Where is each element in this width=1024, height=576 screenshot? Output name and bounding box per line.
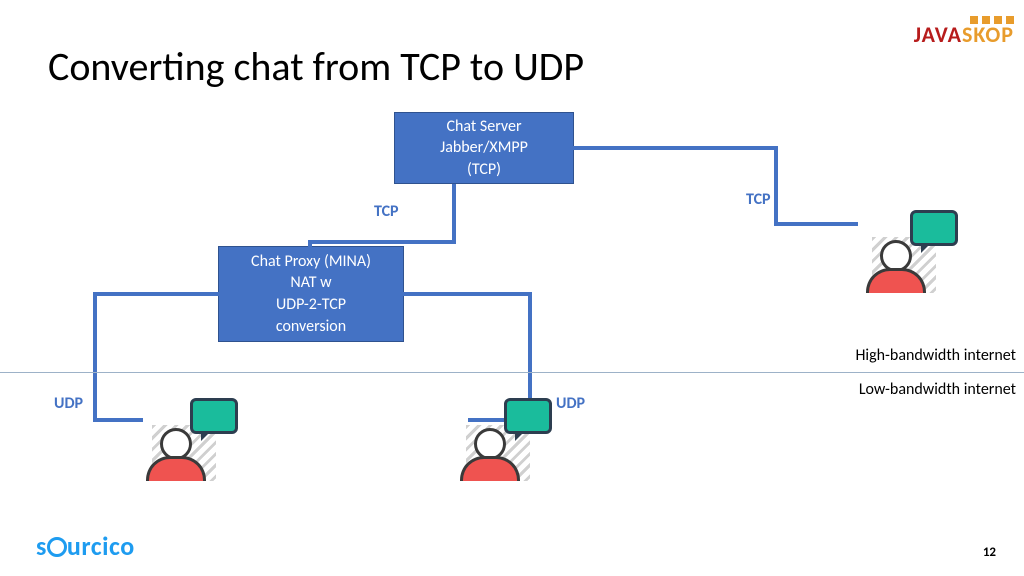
proxy-line3: UDP-2-TCP bbox=[276, 294, 346, 316]
connector bbox=[572, 146, 778, 150]
server-line3: (TCP) bbox=[467, 159, 501, 181]
connector bbox=[452, 184, 456, 244]
bandwidth-divider bbox=[0, 372, 1024, 373]
server-line2: Jabber/XMPP bbox=[440, 137, 528, 159]
connector bbox=[774, 146, 778, 226]
udp-label-left: UDP bbox=[54, 394, 83, 413]
slide-title: Converting chat from TCP to UDP bbox=[48, 42, 584, 91]
chat-server-box: Chat Server Jabber/XMPP (TCP) bbox=[394, 112, 574, 184]
page-number: 12 bbox=[983, 545, 996, 560]
connector bbox=[774, 222, 858, 226]
proxy-line4: conversion bbox=[276, 316, 346, 338]
tcp-label-left: TCP bbox=[374, 202, 399, 221]
connector bbox=[93, 292, 97, 422]
sourcico-logo: surcico bbox=[36, 530, 135, 562]
chat-user-icon bbox=[866, 240, 926, 293]
connector bbox=[402, 292, 532, 296]
logo-pre: s bbox=[36, 530, 47, 562]
tcp-label-right: TCP bbox=[746, 190, 771, 209]
logo-skop: SKOP bbox=[962, 21, 1014, 48]
connector bbox=[93, 292, 219, 296]
connector bbox=[310, 240, 456, 244]
server-line1: Chat Server bbox=[446, 116, 521, 138]
logo-o-icon bbox=[47, 537, 67, 557]
connector bbox=[308, 240, 312, 248]
proxy-line1: Chat Proxy (MINA) bbox=[251, 251, 371, 273]
connector bbox=[93, 418, 143, 422]
low-bandwidth-label: Low-bandwidth internet bbox=[859, 380, 1016, 399]
slide: Converting chat from TCP to UDP JAVASKOP… bbox=[0, 0, 1024, 576]
chat-proxy-box: Chat Proxy (MINA) NAT w UDP-2-TCP conver… bbox=[218, 246, 404, 342]
high-bandwidth-label: High-bandwidth internet bbox=[855, 346, 1016, 365]
chat-user-icon bbox=[146, 428, 206, 481]
proxy-line2: NAT w bbox=[290, 272, 331, 294]
logo-post: urcico bbox=[67, 530, 135, 562]
chat-user-icon bbox=[460, 428, 520, 481]
logo-java: JAVA bbox=[914, 21, 962, 48]
javaskop-logo: JAVASKOP bbox=[914, 16, 1014, 46]
udp-label-right: UDP bbox=[556, 394, 585, 413]
